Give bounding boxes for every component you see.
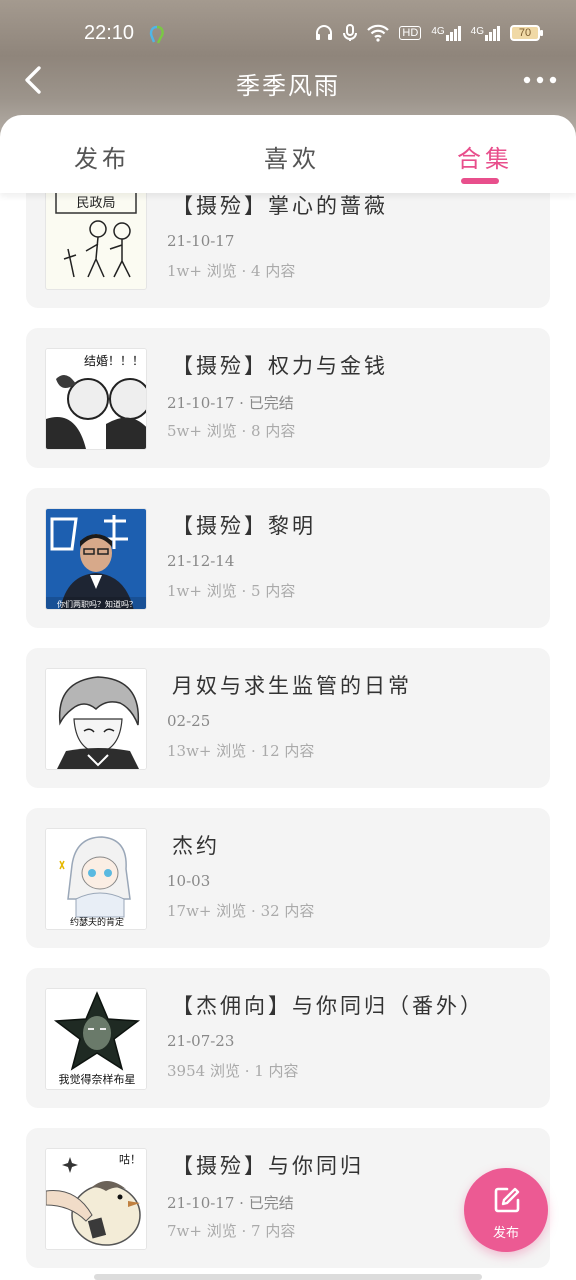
thumb-caption: 约瑟夫的肯定 xyxy=(70,916,124,928)
thumb-caption: 民政局 xyxy=(76,196,115,211)
tab-bar: 发布 喜欢 合集 xyxy=(0,115,576,193)
collection-card[interactable]: 月奴与求生监管的日常 02-25 13w+ 浏览 · 12 内容 xyxy=(26,648,550,788)
collection-thumbnail: 你们两职吗？知道吗？ xyxy=(45,508,147,610)
collection-stats: 1w+ 浏览 · 4 内容 xyxy=(167,262,296,280)
tab-publish[interactable]: 发布 xyxy=(74,139,130,174)
thumb-caption: 咕！ xyxy=(119,1153,141,1166)
signal-icon-1: 4G xyxy=(431,25,461,41)
active-tab-indicator xyxy=(461,178,499,184)
collection-card[interactable]: 约瑟夫的肯定 杰约 10-03 17w+ 浏览 · 32 内容 xyxy=(26,808,550,948)
collection-stats: 7w+ 浏览 · 7 内容 xyxy=(167,1222,296,1240)
thumb-caption: 结婚！！！ xyxy=(84,354,144,368)
meme-image: 结婚！！！ xyxy=(46,349,146,449)
app-notification-icon xyxy=(149,25,164,44)
collection-title: 【杰佣向】与你同归（番外） xyxy=(172,994,484,1018)
collection-date: 21-10-17 · 已完结 xyxy=(167,1194,294,1212)
collection-stats: 1w+ 浏览 · 5 内容 xyxy=(167,582,296,600)
collection-title: 【摄殓】掌心的蔷薇 xyxy=(172,194,388,218)
collection-title: 【摄殓】权力与金钱 xyxy=(172,354,388,378)
page-title: 季季风雨 xyxy=(236,72,340,100)
tab-collections[interactable]: 合集 xyxy=(457,139,513,174)
collection-title: 【摄殓】黎明 xyxy=(172,514,316,538)
anime-character-image xyxy=(46,669,146,769)
bird-meme-image: 咕！ xyxy=(46,1149,146,1249)
collection-date: 02-25 xyxy=(167,712,211,730)
fab-label: 发布 xyxy=(492,1226,519,1241)
collection-stats: 3954 浏览 · 1 内容 xyxy=(167,1062,299,1080)
collection-card[interactable]: 结婚！！！ 【摄殓】权力与金钱 21-10-17 · 已完结 5w+ 浏览 · … xyxy=(26,328,550,468)
collection-thumbnail: 民政局 xyxy=(45,193,147,290)
collection-card[interactable]: 我觉得奈样布星 【杰佣向】与你同归（番外） 21-07-23 3954 浏览 ·… xyxy=(26,968,550,1108)
thumb-caption: 我觉得奈样布星 xyxy=(59,1072,136,1086)
hd-badge: HD xyxy=(399,26,422,40)
collection-thumbnail xyxy=(45,668,147,770)
collection-date: 21-07-23 xyxy=(167,1032,235,1050)
headphone-icon xyxy=(316,25,333,40)
more-options-icon[interactable] xyxy=(522,70,558,90)
tab-likes[interactable]: 喜欢 xyxy=(264,139,320,174)
press-conference-image: 你们两职吗？知道吗？ xyxy=(46,509,146,609)
status-bar: 22:10 HD 4G 4G 70 xyxy=(0,0,576,64)
status-time: 22:10 xyxy=(84,22,135,44)
collection-stats: 13w+ 浏览 · 12 内容 xyxy=(167,742,315,760)
nav-bar: 季季风雨 xyxy=(0,56,576,106)
collection-stats: 5w+ 浏览 · 8 内容 xyxy=(167,422,296,440)
collection-date: 10-03 xyxy=(167,872,211,890)
collection-title: 杰约 xyxy=(172,834,220,858)
battery-icon: 70 xyxy=(510,25,543,41)
collection-title: 【摄殓】与你同归 xyxy=(172,1154,364,1178)
edit-icon xyxy=(494,1187,520,1213)
wifi-icon xyxy=(367,24,390,42)
collection-card[interactable]: 你们两职吗？知道吗？ 【摄殓】黎明 21-12-14 1w+ 浏览 · 5 内容 xyxy=(26,488,550,628)
collection-date: 21-10-17 · 已完结 xyxy=(167,394,294,412)
signal-icon-2: 4G xyxy=(471,25,500,41)
home-indicator[interactable] xyxy=(94,1274,482,1280)
publish-fab-button[interactable]: 发布 xyxy=(464,1168,548,1252)
collection-date: 21-10-17 xyxy=(167,232,235,250)
star-meme-image: 我觉得奈样布星 xyxy=(46,989,146,1089)
collection-list: 民政局 【摄殓】掌心的蔷薇 21-10-17 1w+ 浏览 · 4 内容 结婚！… xyxy=(0,193,576,1280)
thumb-caption: 你们两职吗？知道吗？ xyxy=(57,599,137,609)
collection-thumbnail: 我觉得奈样布星 xyxy=(45,988,147,1090)
collection-date: 21-12-14 xyxy=(167,552,235,570)
collection-thumbnail: 结婚！！！ xyxy=(45,348,147,450)
microphone-icon xyxy=(343,24,358,41)
collection-title: 月奴与求生监管的日常 xyxy=(172,674,412,698)
collection-thumbnail: 咕！ xyxy=(45,1148,147,1250)
collection-stats: 17w+ 浏览 · 32 内容 xyxy=(167,902,315,920)
collection-thumbnail: 约瑟夫的肯定 xyxy=(45,828,147,930)
stick-figure-image: 民政局 xyxy=(55,193,137,278)
collection-card[interactable]: 民政局 【摄殓】掌心的蔷薇 21-10-17 1w+ 浏览 · 4 内容 xyxy=(26,193,550,308)
chibi-character-image: 约瑟夫的肯定 xyxy=(46,829,146,929)
